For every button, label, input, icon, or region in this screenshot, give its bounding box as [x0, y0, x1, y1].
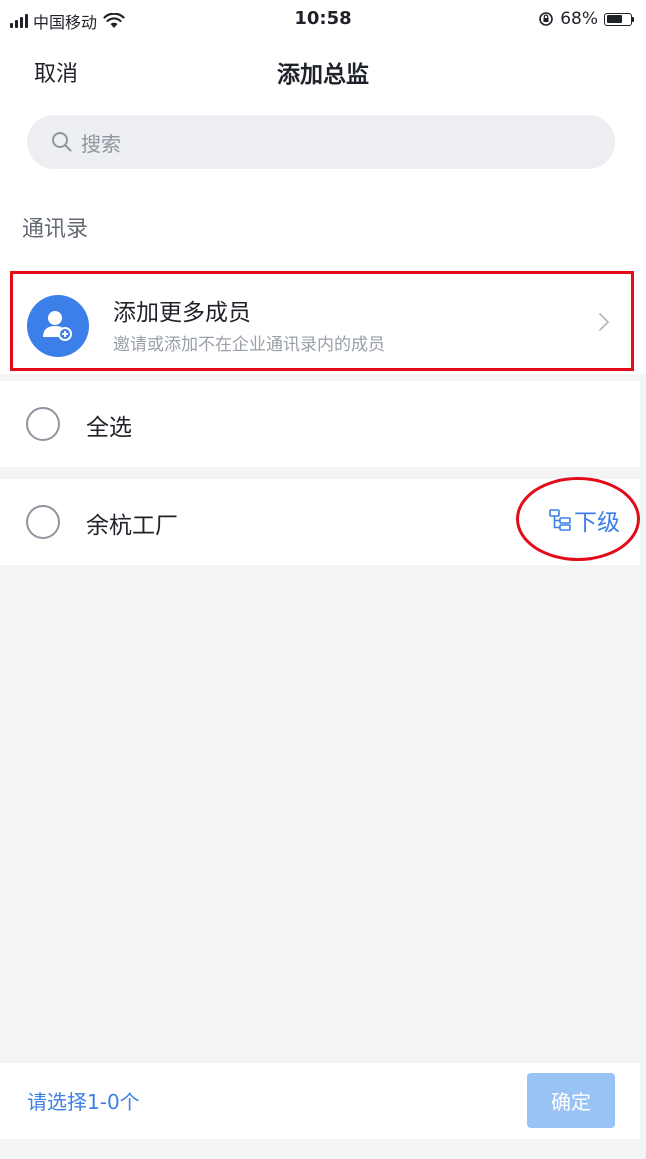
select-all-label: 全选: [86, 415, 132, 441]
confirm-button[interactable]: 确定: [527, 1073, 615, 1128]
search-icon: [52, 132, 72, 152]
department-name: 余杭工厂: [86, 513, 178, 539]
status-right: 68%: [538, 9, 634, 29]
search-input[interactable]: 搜索: [27, 115, 615, 169]
sub-level-button[interactable]: 下级: [548, 503, 620, 537]
sub-level-label: 下级: [574, 510, 620, 536]
add-member-title: 添加更多成员: [113, 300, 251, 326]
nav-bar: 取消 添加总监: [0, 40, 646, 104]
rotation-lock-icon: [539, 12, 554, 26]
selection-count: 请选择1-0个: [27, 1090, 140, 1114]
org-tree-icon: [549, 509, 571, 531]
bottom-bar: 请选择1-0个 确定: [0, 1063, 640, 1139]
add-member-avatar: [27, 295, 89, 357]
add-member-row[interactable]: 添加更多成员 邀请或添加不在企业通讯录内的成员: [0, 274, 646, 374]
add-user-icon: [43, 311, 72, 341]
search-area: 搜索: [0, 104, 646, 190]
department-radio[interactable]: [26, 505, 60, 539]
battery-icon: [604, 12, 634, 26]
add-member-subtitle: 邀请或添加不在企业通讯录内的成员: [113, 335, 385, 355]
battery-percentage: 68%: [560, 9, 598, 29]
department-row[interactable]: 余杭工厂 下级: [0, 479, 640, 565]
contacts-section: 通讯录: [0, 190, 646, 274]
search-placeholder: 搜索: [81, 131, 121, 156]
section-title: 通讯录: [22, 217, 89, 242]
select-all-row[interactable]: 全选: [0, 381, 640, 467]
page-title: 添加总监: [277, 62, 369, 88]
status-bar: 中国移动 10:58 68%: [0, 0, 646, 40]
chevron-right-icon: [599, 313, 609, 331]
select-all-radio[interactable]: [26, 407, 60, 441]
